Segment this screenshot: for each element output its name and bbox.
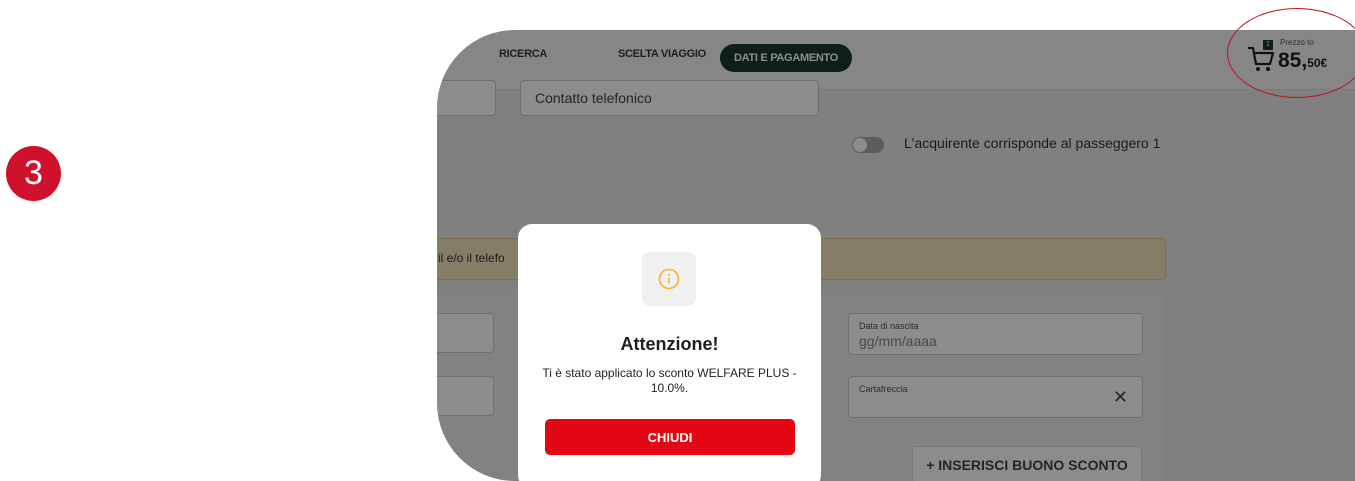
info-icon — [658, 268, 680, 290]
dialog-message: Ti è stato applicato lo sconto WELFARE P… — [542, 366, 797, 395]
price-highlight-circle — [1227, 8, 1355, 98]
close-button[interactable]: CHIUDI — [545, 419, 795, 455]
info-icon-box — [642, 252, 696, 306]
screenshot-frame: RICERCA SCELTA VIAGGIO DATI E PAGAMENTO … — [437, 30, 1355, 481]
step-number-badge: 3 — [6, 146, 61, 201]
dialog-title: Attenzione! — [620, 334, 719, 354]
attention-dialog: Attenzione! Ti è stato applicato lo scon… — [518, 224, 821, 481]
